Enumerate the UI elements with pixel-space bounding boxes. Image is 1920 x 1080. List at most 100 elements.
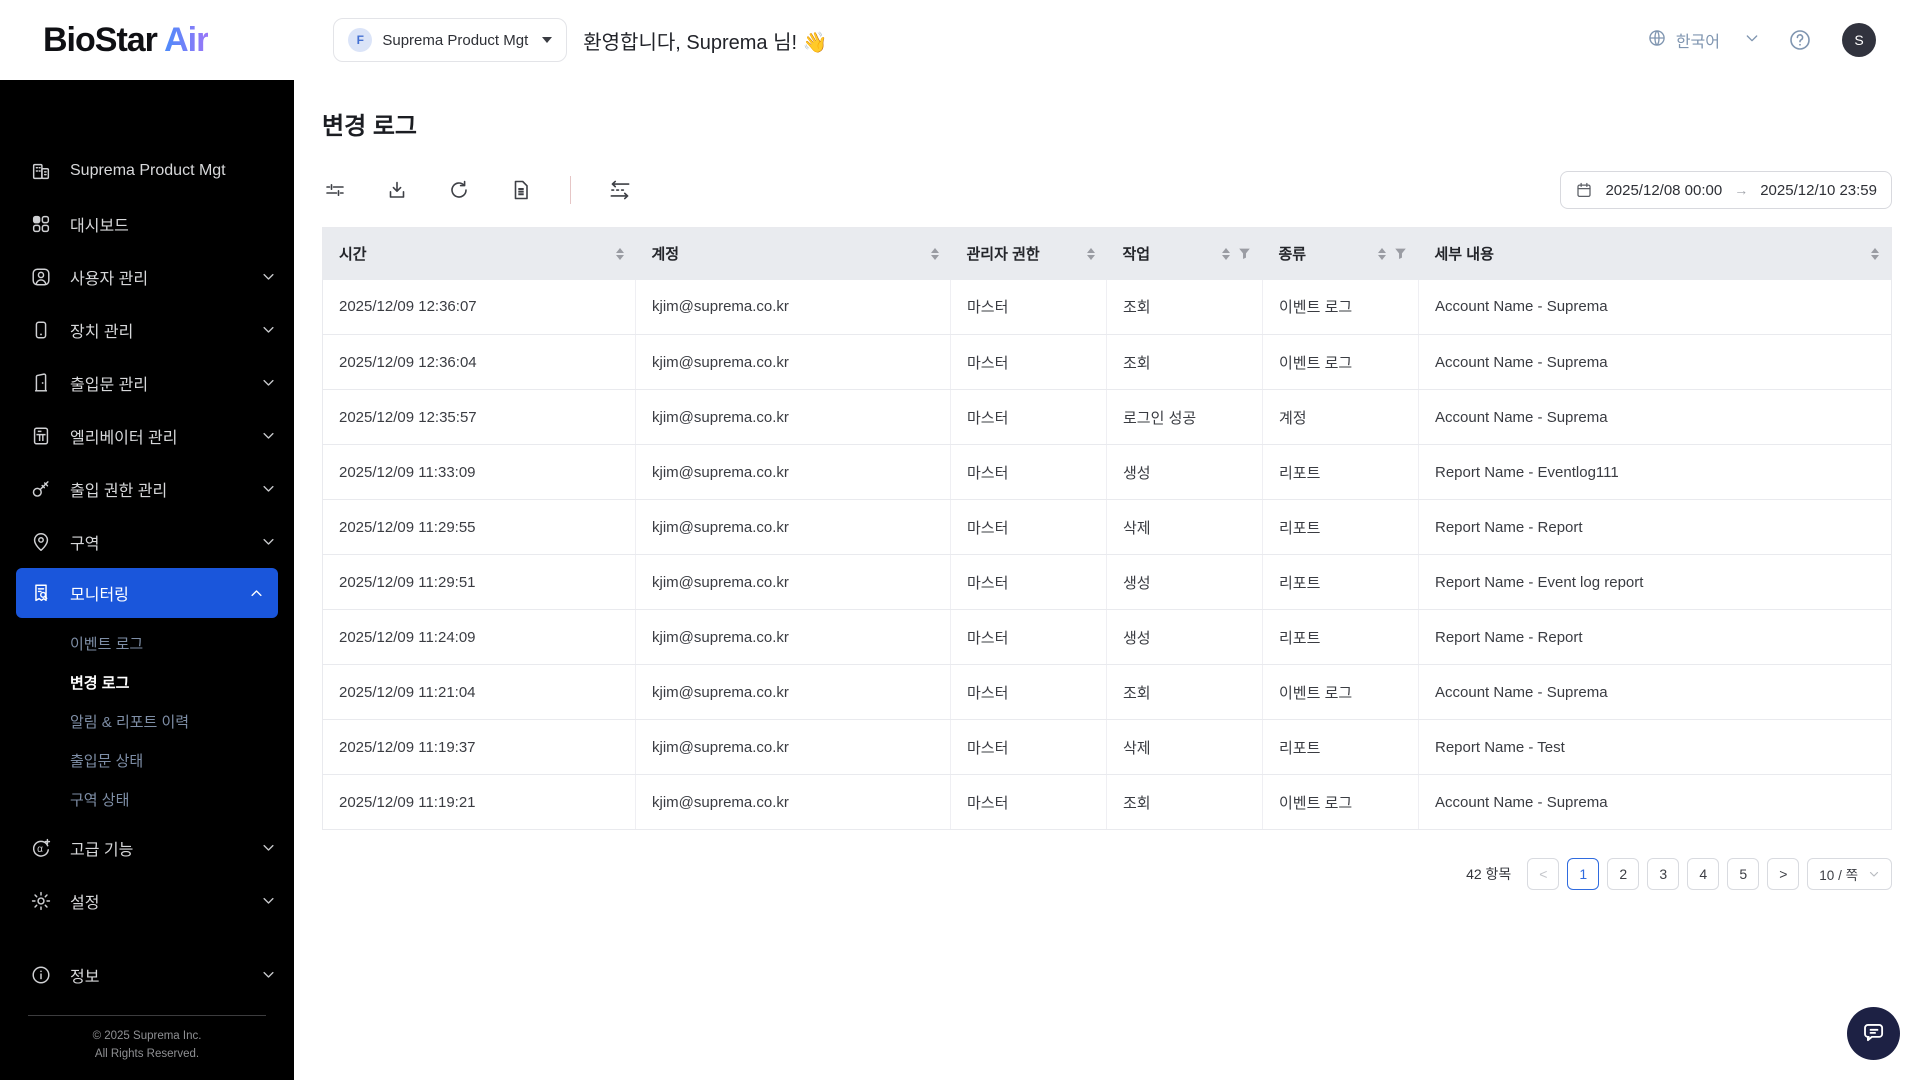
cell-admin-role: 마스터 xyxy=(950,664,1107,720)
table-row[interactable]: 2025/12/09 11:29:55 kjim@suprema.co.kr 마… xyxy=(322,499,1892,555)
column-header-account[interactable]: 계정 xyxy=(635,227,951,280)
sidebar-item-advanced-features[interactable]: α 고급 기능 xyxy=(0,821,294,874)
total-items-label: 42 항목 xyxy=(1466,866,1512,882)
report-document-button[interactable] xyxy=(508,177,534,203)
cell-action: 조회 xyxy=(1106,774,1263,830)
page-title: 변경 로그 xyxy=(322,113,417,140)
svg-text:α: α xyxy=(37,843,43,854)
chevron-down-icon xyxy=(261,840,276,855)
column-header-action[interactable]: 작업 xyxy=(1106,227,1263,280)
cell-time: 2025/12/09 11:19:21 xyxy=(322,774,636,830)
sidebar-item-door-management[interactable]: 출입문 관리 xyxy=(0,356,294,409)
cell-admin-role: 마스터 xyxy=(950,499,1107,555)
cell-admin-role: 마스터 xyxy=(950,389,1107,445)
sort-icon[interactable] xyxy=(615,247,624,260)
table-row[interactable]: 2025/12/09 11:19:21 kjim@suprema.co.kr 마… xyxy=(322,774,1892,830)
sidebar-item-suprema-product-mgt[interactable]: Suprema Product Mgt xyxy=(0,144,294,197)
page-size-select[interactable]: 10 / 쪽 xyxy=(1807,858,1892,890)
date-range-picker[interactable]: 2025/12/08 00:00 → 2025/12/10 23:59 xyxy=(1560,171,1892,209)
sidebar-item-access-control[interactable]: 출입 권한 관리 xyxy=(0,462,294,515)
download-button[interactable] xyxy=(384,177,410,203)
table-row[interactable]: 2025/12/09 12:36:07 kjim@suprema.co.kr 마… xyxy=(322,279,1892,335)
cell-account: kjim@suprema.co.kr xyxy=(635,334,951,390)
sidebar-item-user-management[interactable]: 사용자 관리 xyxy=(0,250,294,303)
date-range-start[interactable]: 2025/12/08 00:00 xyxy=(1605,182,1722,199)
sort-icon[interactable] xyxy=(1086,247,1095,260)
page-button-2[interactable]: 2 xyxy=(1607,858,1640,890)
language-selector[interactable]: 한국어 xyxy=(1647,28,1720,53)
sidebar-item-alert-report-history[interactable]: 알림 & 리포트 이력 xyxy=(0,702,294,741)
info-icon xyxy=(30,964,52,986)
chevron-down-icon xyxy=(1868,868,1880,880)
cell-details: Account Name - Suprema xyxy=(1418,279,1892,335)
table-row[interactable]: 2025/12/09 11:24:09 kjim@suprema.co.kr 마… xyxy=(322,609,1892,665)
column-header-details[interactable]: 세부 내용 xyxy=(1418,227,1892,280)
chevron-down-icon xyxy=(261,534,276,549)
user-avatar[interactable]: S xyxy=(1842,23,1876,57)
cell-time: 2025/12/09 12:35:57 xyxy=(322,389,636,445)
table-row[interactable]: 2025/12/09 12:35:57 kjim@suprema.co.kr 마… xyxy=(322,389,1892,445)
page-button-4[interactable]: 4 xyxy=(1687,858,1720,890)
sidebar-item-info[interactable]: 정보 xyxy=(0,948,294,1001)
prev-page-button[interactable]: < xyxy=(1527,858,1560,890)
sidebar-item-device-management[interactable]: 장치 관리 xyxy=(0,303,294,356)
column-header-admin-role[interactable]: 관리자 권한 xyxy=(950,227,1107,280)
filter-settings-button[interactable] xyxy=(322,177,348,203)
sidebar-item-settings[interactable]: 설정 xyxy=(0,874,294,927)
cell-time: 2025/12/09 11:21:04 xyxy=(322,664,636,720)
organization-selector[interactable]: F Suprema Product Mgt xyxy=(333,18,568,62)
column-header-time[interactable]: 시간 xyxy=(322,227,636,280)
arrow-right-icon: → xyxy=(1734,182,1749,198)
change-log-table-wrap: 시간 계정 관리자 권한 작업 종류 세부 내용 2025/12/09 12:3… xyxy=(322,227,1892,830)
sort-icon[interactable] xyxy=(1221,247,1230,260)
sort-icon[interactable] xyxy=(1871,247,1879,260)
sidebar-item-zone-status[interactable]: 구역 상태 xyxy=(0,780,294,819)
table-row[interactable]: 2025/12/09 11:21:04 kjim@suprema.co.kr 마… xyxy=(322,664,1892,720)
sort-icon[interactable] xyxy=(1377,247,1386,260)
sort-icon[interactable] xyxy=(930,247,939,260)
cell-type: 이벤트 로그 xyxy=(1262,279,1419,335)
page-button-5[interactable]: 5 xyxy=(1727,858,1760,890)
cell-account: kjim@suprema.co.kr xyxy=(635,664,951,720)
table-row[interactable]: 2025/12/09 11:33:09 kjim@suprema.co.kr 마… xyxy=(322,444,1892,500)
cell-type: 계정 xyxy=(1262,389,1419,445)
chevron-down-icon[interactable] xyxy=(1744,30,1760,51)
sidebar-item-event-log[interactable]: 이벤트 로그 xyxy=(0,624,294,663)
table-row[interactable]: 2025/12/09 11:19:37 kjim@suprema.co.kr 마… xyxy=(322,719,1892,775)
cell-admin-role: 마스터 xyxy=(950,554,1107,610)
column-order-button[interactable] xyxy=(607,177,633,203)
sidebar-item-zones[interactable]: 구역 xyxy=(0,515,294,568)
cell-account: kjim@suprema.co.kr xyxy=(635,444,951,500)
sidebar-item-elevator-management[interactable]: 엘리베이터 관리 xyxy=(0,409,294,462)
cell-type: 리포트 xyxy=(1262,719,1419,775)
chevron-down-icon xyxy=(261,481,276,496)
filter-funnel-icon[interactable] xyxy=(1238,247,1251,260)
refresh-button[interactable] xyxy=(446,177,472,203)
filter-funnel-icon[interactable] xyxy=(1394,247,1407,260)
monitoring-submenu: 이벤트 로그 변경 로그 알림 & 리포트 이력 출입문 상태 구역 상태 xyxy=(0,618,294,821)
key-icon xyxy=(30,478,52,500)
table-header-row: 시간 계정 관리자 권한 작업 종류 세부 내용 xyxy=(322,227,1892,280)
date-range-end[interactable]: 2025/12/10 23:59 xyxy=(1760,182,1877,199)
page-button-3[interactable]: 3 xyxy=(1647,858,1680,890)
cell-time: 2025/12/09 12:36:04 xyxy=(322,334,636,390)
sidebar-item-door-status[interactable]: 출입문 상태 xyxy=(0,741,294,780)
table-row[interactable]: 2025/12/09 12:36:04 kjim@suprema.co.kr 마… xyxy=(322,334,1892,390)
door-icon xyxy=(30,372,52,394)
cell-account: kjim@suprema.co.kr xyxy=(635,774,951,830)
next-page-button[interactable]: > xyxy=(1767,858,1800,890)
cell-details: Account Name - Suprema xyxy=(1418,664,1892,720)
chevron-down-icon xyxy=(261,967,276,982)
monitoring-icon xyxy=(30,582,52,604)
cell-time: 2025/12/09 11:24:09 xyxy=(322,609,636,665)
sidebar-item-change-log[interactable]: 변경 로그 xyxy=(0,663,294,702)
table-row[interactable]: 2025/12/09 11:29:51 kjim@suprema.co.kr 마… xyxy=(322,554,1892,610)
column-header-type[interactable]: 종류 xyxy=(1262,227,1419,280)
sidebar-item-monitoring[interactable]: 모니터링 xyxy=(16,568,278,618)
change-log-table: 시간 계정 관리자 권한 작업 종류 세부 내용 2025/12/09 12:3… xyxy=(322,227,1892,830)
chat-support-button[interactable] xyxy=(1847,1007,1900,1060)
sidebar-item-dashboard[interactable]: 대시보드 xyxy=(0,197,294,250)
help-button[interactable] xyxy=(1788,28,1812,52)
chat-bubble-icon xyxy=(1861,1019,1887,1048)
page-button-1[interactable]: 1 xyxy=(1567,858,1600,890)
